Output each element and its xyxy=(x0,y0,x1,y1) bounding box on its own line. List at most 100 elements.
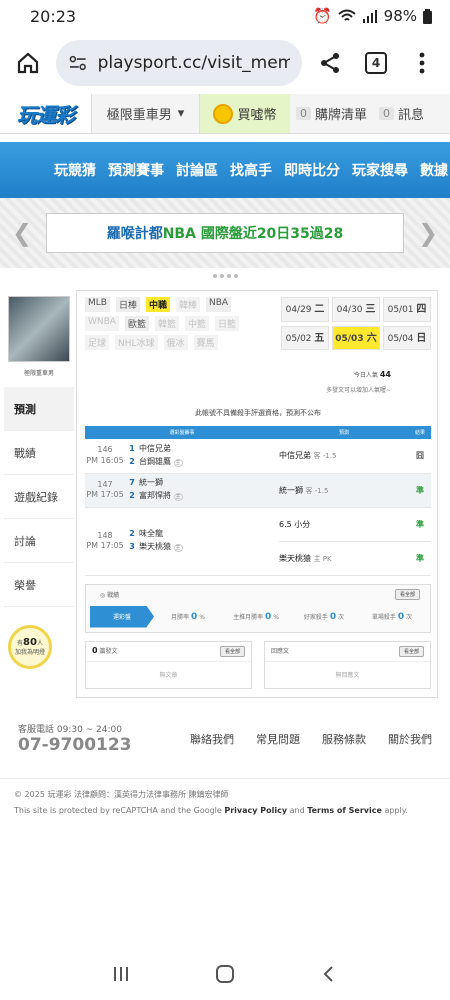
col-header-pick: 預測 xyxy=(279,426,409,439)
date-button[interactable]: 04/30 三 xyxy=(332,297,380,322)
menu-item-predict[interactable]: 預測賽事 xyxy=(108,160,164,180)
copyright: © 2025 玩運彩 法律顧問：漢英得力法律事務所 陳鎮宏律師 xyxy=(14,789,229,799)
site-logo[interactable]: 玩運彩 xyxy=(0,94,92,133)
league-tag[interactable]: 韓籃 xyxy=(154,316,179,331)
record-title: ◎ 戰績 xyxy=(100,591,120,599)
home-nav-icon[interactable] xyxy=(214,963,236,985)
promo-record: NBA 國際盤近20日35過28 xyxy=(162,226,344,242)
bulb-caption: 加我為明燈 xyxy=(14,649,45,657)
league-tag[interactable]: NBA xyxy=(206,297,232,312)
stat-main-month-win-rate: 主推月勝率 0 % xyxy=(233,611,279,622)
footer-link-contact[interactable]: 聯絡我們 xyxy=(190,731,234,747)
hotline: 客服電話 09:30 ~ 24:00 07-9700123 xyxy=(18,722,132,755)
popularity-tip: 多發文可以增加人氣喔~ xyxy=(325,387,391,394)
league-tag[interactable]: MLB xyxy=(85,297,110,312)
league-tag[interactable]: 中職 xyxy=(145,297,170,312)
menu-item-find-expert[interactable]: 找高手 xyxy=(230,160,272,180)
popularity-value: 44 xyxy=(379,370,391,379)
stat-good-killer: 好家殺手 0 次 xyxy=(303,611,345,622)
home-button[interactable] xyxy=(10,45,46,81)
hotline-number[interactable]: 07-9700123 xyxy=(18,735,132,755)
menu-item-live-score[interactable]: 即時比分 xyxy=(284,160,340,180)
cart-link[interactable]: 0 購牌清單 xyxy=(290,104,373,123)
league-tag[interactable]: 中籃 xyxy=(185,316,210,331)
messages-link[interactable]: 0 訊息 xyxy=(373,104,430,123)
date-button[interactable]: 05/01 四 xyxy=(383,297,431,322)
date-button[interactable]: 04/29 二 xyxy=(281,297,329,322)
articles-box: 0 篇發文 看全部 無文章 xyxy=(85,640,252,689)
league-tag[interactable]: 賽馬 xyxy=(193,335,218,350)
back-icon[interactable] xyxy=(319,964,339,984)
battery-percent: 98% xyxy=(383,7,417,25)
sidebar-item-record[interactable]: 戰績 xyxy=(4,431,74,475)
replies-label: 回應文 xyxy=(271,647,290,655)
league-tag[interactable]: 日棒 xyxy=(115,297,140,312)
game-scores: 12 xyxy=(125,439,139,474)
league-tag[interactable]: 日籃 xyxy=(215,316,240,331)
caret-down-icon: ▾ xyxy=(177,106,185,121)
prediction-pick: 中信兄弟 客 -1.5 xyxy=(279,439,409,474)
date-button[interactable]: 05/03 六 xyxy=(332,325,380,350)
terms-of-service-link[interactable]: Terms of Service xyxy=(307,806,382,815)
prediction-result: 囧 xyxy=(409,439,431,474)
replies-see-all-button[interactable]: 看全部 xyxy=(398,645,424,657)
sidebar-item-predict[interactable]: 預測 xyxy=(4,387,74,431)
predictions-panel: MLB 日棒 中職 韓棒 NBA WNBA 歐籃 韓籃 中籃 日籃足球 NHL冰球 俄冰 賽馬 04/2… xyxy=(76,290,438,698)
footer-link-about[interactable]: 關於我們 xyxy=(388,731,432,747)
game-number: 146 PM 16:05 xyxy=(85,439,125,474)
menu-item-data[interactable]: 數據 xyxy=(420,160,448,180)
footer-link-faq[interactable]: 常見問題 xyxy=(256,731,300,747)
lightbulb-badge[interactable]: 有80人 加我為明燈 xyxy=(8,625,52,669)
tab-sports-lottery[interactable]: 運彩盤 xyxy=(90,605,154,628)
share-icon xyxy=(321,53,339,73)
prediction-result: 準 xyxy=(409,507,431,542)
menu-item-player-search[interactable]: 玩家搜尋 xyxy=(352,160,408,180)
recent-apps-icon[interactable] xyxy=(111,964,131,984)
url-text: playsport.cc/visit_mem xyxy=(97,53,290,73)
tabs-button[interactable]: 4 xyxy=(358,45,394,81)
stat-month-win-rate: 月勝率 0 % xyxy=(171,611,205,622)
buy-coin-label: 買噓幣 xyxy=(237,108,277,123)
bulb-count: 80 xyxy=(23,637,37,649)
promo-banner[interactable]: 羅喉計都 NBA 國際盤近20日35過28 xyxy=(46,213,404,253)
user-menu[interactable]: 極限重車男 ▾ xyxy=(92,94,200,133)
sidebar-item-discussion[interactable]: 討論 xyxy=(4,519,74,563)
site-top-nav: 玩運彩 極限重車男 ▾ 買噓幣 0 購牌清單 0 訊息 xyxy=(0,94,450,134)
menu-item-forum[interactable]: 討論區 xyxy=(176,160,218,180)
record-see-all-button[interactable]: 看全部 xyxy=(394,588,420,600)
messages-label: 訊息 xyxy=(398,108,425,123)
date-button[interactable]: 05/02 五 xyxy=(281,325,329,350)
league-tag[interactable]: 足球 xyxy=(85,335,110,350)
share-button[interactable] xyxy=(312,45,348,81)
url-bar[interactable]: playsport.cc/visit_mem xyxy=(56,40,302,86)
privacy-policy-link[interactable]: Privacy Policy xyxy=(224,806,287,815)
game-scores: 72 xyxy=(125,473,139,508)
date-button[interactable]: 05/04 日 xyxy=(383,325,431,350)
hotline-label: 客服電話 09:30 ~ 24:00 xyxy=(18,725,122,735)
avatar-name: 極限重車男 xyxy=(23,370,54,377)
articles-see-all-button[interactable]: 看全部 xyxy=(219,645,245,657)
date-picker: 04/29 二 04/30 三 05/01 四 05/02 五 05/03 六 05/04… xyxy=(281,297,431,350)
league-tag[interactable]: 歐籃 xyxy=(124,316,149,331)
footer-link-terms[interactable]: 服務條款 xyxy=(322,731,366,747)
more-vert-icon xyxy=(419,52,425,74)
buy-coin-button[interactable]: 買噓幣 xyxy=(200,94,290,133)
next-arrow-icon[interactable]: ❯ xyxy=(416,219,440,247)
sidebar-item-game-log[interactable]: 遊戲紀錄 xyxy=(4,475,74,519)
record-stats-row: 運彩盤 月勝率 0 % 主推月勝率 0 % 好家殺手 0 次 單場殺手 0 次 xyxy=(90,605,426,628)
messages-count: 0 xyxy=(379,107,395,120)
avatar[interactable] xyxy=(8,296,70,362)
site-settings-icon[interactable] xyxy=(68,53,88,73)
league-tag[interactable]: 韓棒 xyxy=(176,297,201,312)
league-tag[interactable]: 俄冰 xyxy=(163,335,188,350)
signal-icon xyxy=(362,10,377,23)
browser-menu-button[interactable] xyxy=(404,45,440,81)
predictions-table: 選彩盤賽事 預測 結果 146 PM 16:05 1 2 中信兄弟 台鋼雄鷹 主中信兄弟 … xyxy=(85,426,431,576)
sidebar-item-honor[interactable]: 榮譽 xyxy=(4,563,74,607)
alarm-icon: ⏰ xyxy=(312,7,332,25)
league-tag[interactable]: WNBA xyxy=(85,316,119,331)
menu-item-play-guess[interactable]: 玩競猜 xyxy=(54,160,96,180)
league-tag[interactable]: NHL冰球 xyxy=(115,335,158,350)
prev-arrow-icon[interactable]: ❮ xyxy=(10,219,34,247)
site-footer: 客服電話 09:30 ~ 24:00 07-9700123 聯絡我們 常見問題 … xyxy=(0,716,450,762)
